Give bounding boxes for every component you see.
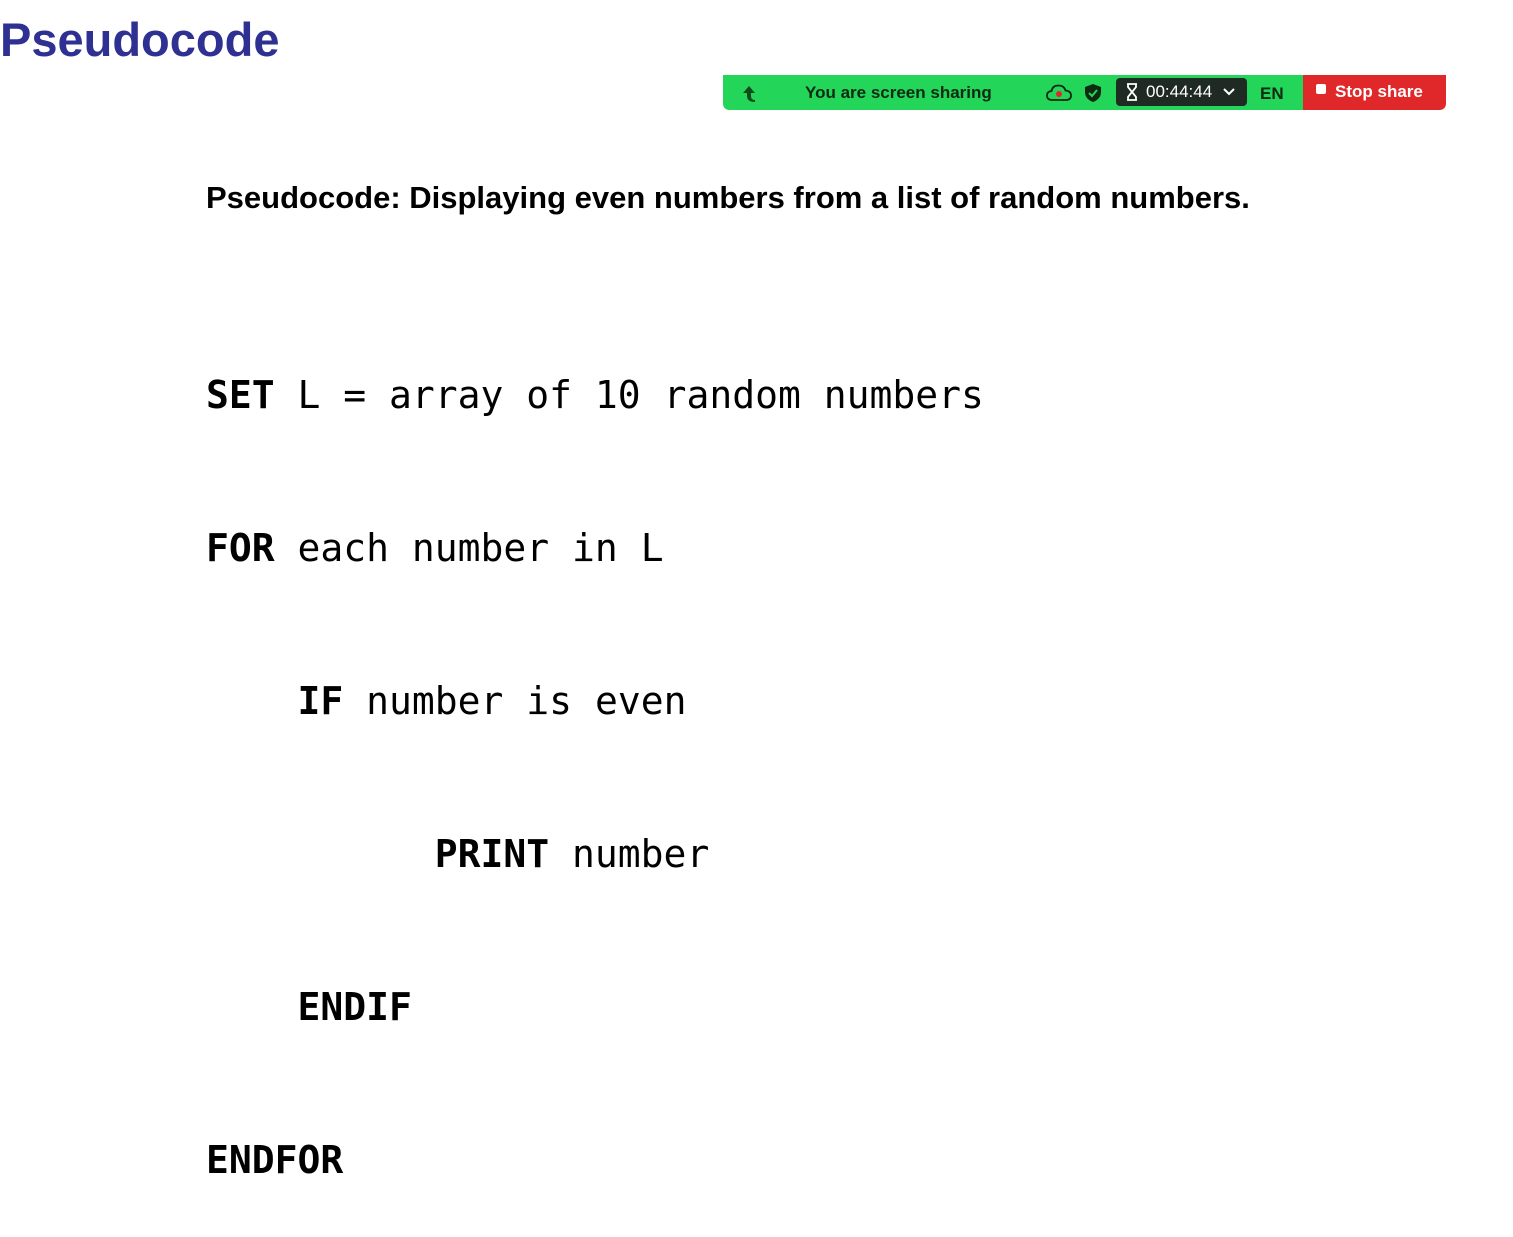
language-selector[interactable]: EN [1260,75,1284,110]
hourglass-icon [1127,83,1137,101]
code-keyword: ENDIF [297,985,412,1029]
code-text: each number in L [274,526,664,570]
code-line: ENDFOR [206,1135,984,1186]
chevron-down-icon [1223,88,1235,96]
code-text: number [549,832,710,876]
code-keyword: SET [206,373,275,417]
timer-dropdown[interactable]: 00:44:44 [1116,78,1247,106]
screen-share-toolbar: You are screen sharing 00:44:44 EN Stop … [723,75,1446,110]
code-keyword: PRINT [434,832,550,876]
code-line: FOR each number in L [206,523,984,574]
stop-square-icon [1316,84,1326,94]
code-line: SET L = array of 10 random numbers [206,370,984,421]
stop-share-button[interactable]: Stop share [1303,75,1446,110]
code-keyword: FOR [206,526,275,570]
pseudocode-block: SET L = array of 10 random numbers FOR e… [206,268,984,1237]
timer-value: 00:44:44 [1146,82,1213,101]
code-text: L = array of 10 random numbers [274,373,984,417]
code-line: IF number is even [206,676,984,727]
stop-share-label: Stop share [1335,82,1423,101]
share-status-area: You are screen sharing 00:44:44 EN [723,75,1303,110]
code-line: PRINT number [206,829,984,880]
slide-title: Pseudocode [0,13,280,66]
share-status-text: You are screen sharing [805,83,992,102]
collapse-arrow-icon[interactable] [739,83,759,103]
slide-subtitle: Pseudocode: Displaying even numbers from… [206,180,1250,215]
code-keyword: IF [297,679,344,723]
code-line: ENDIF [206,982,984,1033]
code-keyword: ENDFOR [206,1138,344,1182]
shield-check-icon[interactable] [1084,83,1102,103]
code-text: number is even [343,679,687,723]
cloud-record-icon[interactable] [1046,83,1072,103]
